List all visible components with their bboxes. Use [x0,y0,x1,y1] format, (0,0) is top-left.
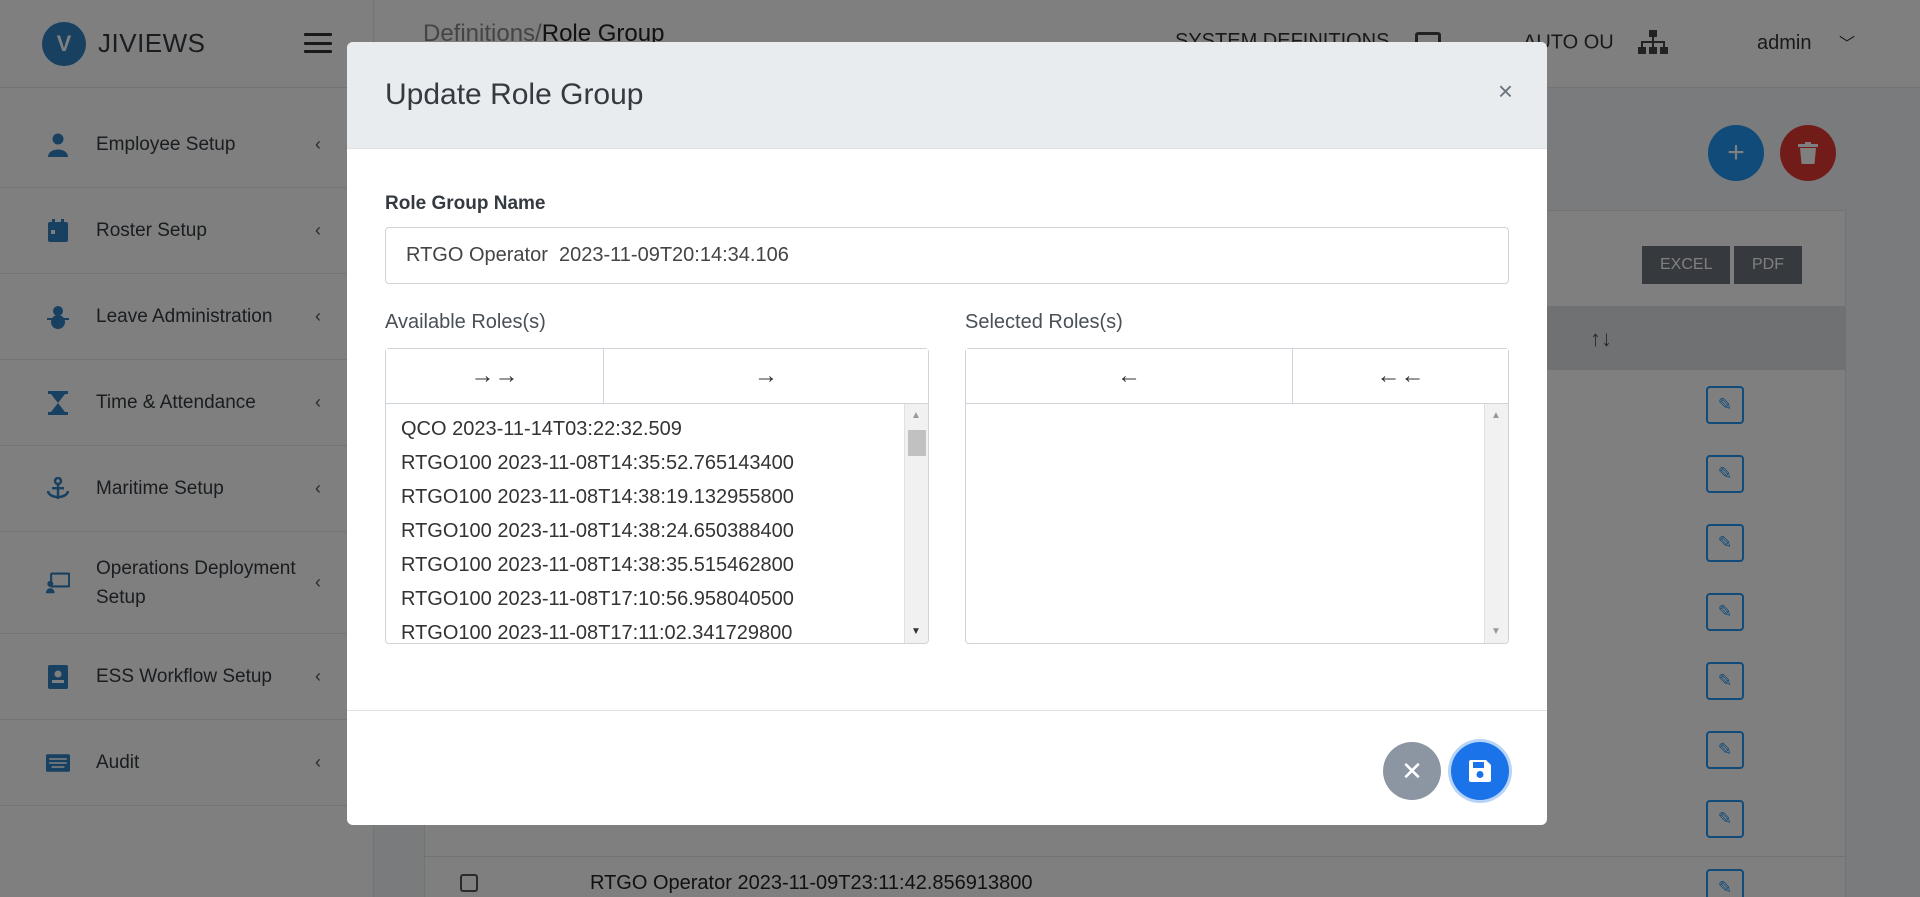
scrollbar[interactable]: ▲ ▼ [1484,404,1508,643]
selected-roles-actions: ← ←← [965,348,1509,404]
selected-roles-label: Selected Roles(s) [965,311,1123,333]
close-icon: ✕ [1401,755,1423,786]
scroll-up-icon[interactable]: ▲ [1491,410,1501,421]
save-button[interactable] [1451,742,1509,800]
scrollbar[interactable]: ▲ ▼ [904,404,928,643]
scroll-up-icon[interactable]: ▲ [911,410,921,421]
available-roles-listbox[interactable]: QCO 2023-11-14T03:22:32.509 RTGO100 2023-… [385,404,929,644]
modal-title: Update Role Group [385,78,644,111]
move-all-right-button[interactable]: →→ [386,349,603,403]
available-roles-panel: Available Roles(s) →→ → QCO 2023-11-14T0… [385,311,929,644]
modal-footer: ✕ [347,711,1547,824]
scroll-down-icon[interactable]: ▼ [911,626,921,637]
scroll-down-icon[interactable]: ▼ [1491,626,1501,637]
close-icon[interactable]: × [1498,78,1513,104]
move-right-button[interactable]: → [603,349,928,403]
selected-roles-options [966,404,1508,412]
list-item[interactable]: RTGO100 2023-11-08T14:38:19.132955800 [386,480,928,514]
selected-roles-listbox[interactable]: ▲ ▼ [965,404,1509,644]
move-left-button[interactable]: ← [966,349,1292,403]
update-role-group-modal: Update Role Group × Role Group Name Avai… [347,42,1547,825]
available-roles-options: QCO 2023-11-14T03:22:32.509 RTGO100 2023-… [386,404,928,643]
list-item[interactable]: QCO 2023-11-14T03:22:32.509 [386,412,928,446]
list-item[interactable]: RTGO100 2023-11-08T14:38:35.515462800 [386,548,928,582]
modal-header: Update Role Group × [347,42,1547,149]
scroll-thumb[interactable] [908,430,926,456]
list-item[interactable]: RTGO100 2023-11-08T17:10:56.958040500 [386,582,928,616]
cancel-button[interactable]: ✕ [1383,742,1441,800]
selected-roles-panel: Selected Roles(s) ← ←← ▲ ▼ [965,311,1509,644]
list-item[interactable]: RTGO100 2023-11-08T17:11:02.341729800 [386,616,928,643]
floppy-disk-icon [1469,760,1491,782]
list-item[interactable]: RTGO100 2023-11-08T14:35:52.765143400 [386,446,928,480]
move-all-left-button[interactable]: ←← [1292,349,1508,403]
role-group-name-label: Role Group Name [385,193,546,214]
role-group-name-input[interactable] [385,227,1509,284]
modal-body: Role Group Name Available Roles(s) →→ → … [347,149,1547,711]
list-item[interactable]: RTGO100 2023-11-08T14:38:24.650388400 [386,514,928,548]
available-roles-actions: →→ → [385,348,929,404]
available-roles-label: Available Roles(s) [385,311,546,333]
